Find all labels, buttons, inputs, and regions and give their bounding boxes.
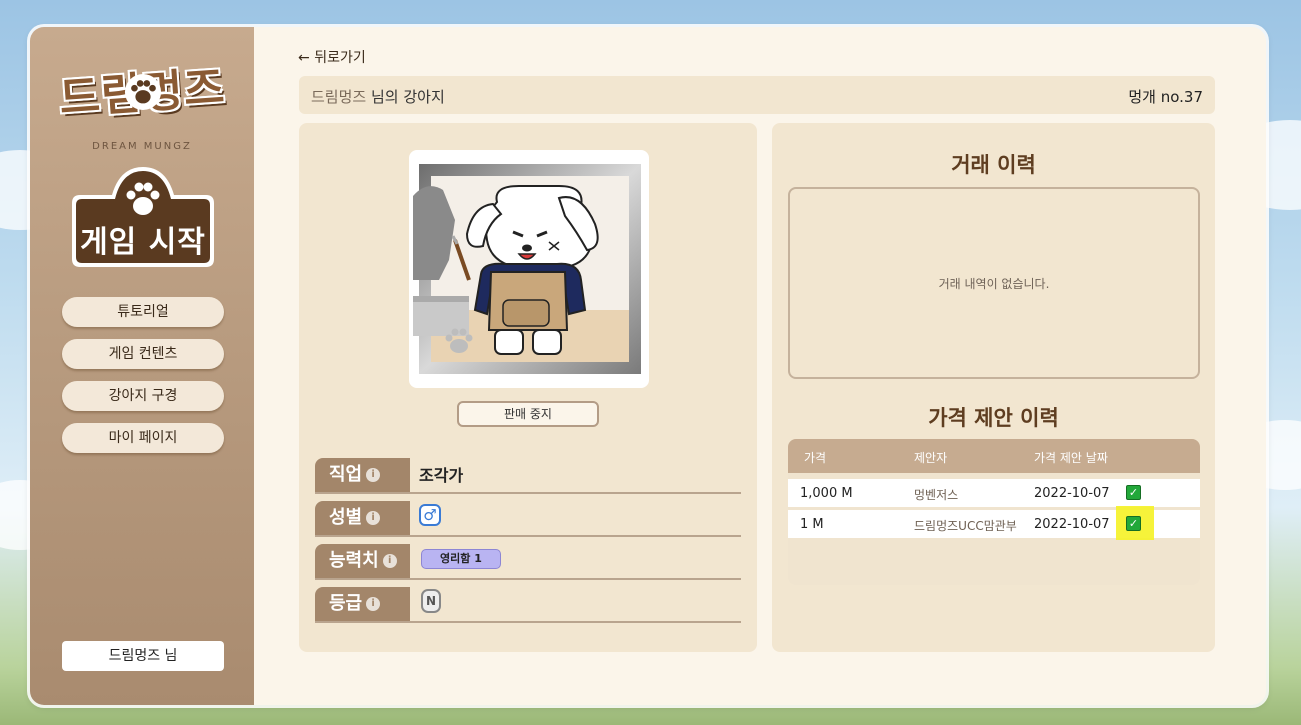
offer-price: 1,000 M [800,486,853,501]
offer-date: 2022-10-07 [1034,486,1110,501]
owner-title: 드림멍즈 님의 강아지 [311,86,445,107]
user-button[interactable]: 드림멍즈 님 [62,641,224,671]
attr-key-label: 능력치 [329,550,379,571]
logo-subtitle: DREAM MUNGZ [92,141,192,152]
trade-history-title: 거래 이력 [951,153,1036,177]
price-offer-title: 가격 제안 이력 [928,406,1059,430]
table-row: 1 M 드림멍즈UCC맘관부 2022-10-07 ✓ [788,506,1200,540]
table-row: 1,000 M 멍벤저스 2022-10-07 ✓ [788,479,1200,507]
logo[interactable]: 드림멍즈 DREAM MUNGZ [44,49,240,152]
paw-icon [126,182,160,215]
male-icon: ♂ [419,504,441,526]
dog-number: 멍개 no.37 [1128,88,1203,106]
owner-suffix: 님의 강아지 [366,88,445,106]
nav-tutorial[interactable]: 튜토리얼 [62,297,224,327]
attr-row-gender: 성별 i ♂ [315,501,741,537]
dog-header: 드림멍즈 님의 강아지 멍개 no.37 [299,76,1215,114]
offer-date: 2022-10-07 [1034,517,1110,532]
back-label: 뒤로가기 [314,50,366,66]
column-header-price: 가격 [804,451,827,465]
dog-image-card [409,150,649,388]
ability-badge: 영리함 1 [421,549,501,569]
info-icon[interactable]: i [366,511,381,525]
attr-key-label: 성별 [329,507,363,528]
game-start-label: 게임 시작 [80,225,206,260]
attr-key-label: 등급 [329,593,363,614]
game-start-button[interactable]: 게임 시작 [62,163,224,269]
info-icon[interactable]: i [366,468,381,482]
offer-price: 1 M [800,517,824,532]
attr-key-ability: 능력치 i [315,544,410,578]
grade-badge: N [421,589,441,613]
attr-key-grade: 등급 i [315,587,410,621]
back-link[interactable]: ← 뒤로가기 [298,47,366,67]
table-header: 가격 제안자 가격 제안 날짜 [788,439,1200,473]
offer-proposer[interactable]: 드림멍즈UCC맘관부 [914,517,1017,534]
nav-my-page[interactable]: 마이 페이지 [62,423,224,453]
paw-icon [124,73,162,111]
trade-panel: 거래 이력 거래 내역이 없습니다. 가격 제안 이력 가격 제안자 가격 제안… [772,123,1215,652]
dog-illustration [413,164,641,374]
nav-game-contents[interactable]: 게임 컨텐츠 [62,339,224,369]
attr-row-ability: 능력치 i 영리함 1 [315,544,741,580]
attr-key-label: 직업 [329,464,363,485]
attr-key-job: 직업 i [315,458,410,492]
column-header-proposer: 제안자 [914,451,948,465]
dog-detail-panel: 판매 중지 직업 i 조각가 성별 i ♂ 능력치 i 영리함 1 등급 i N [299,123,757,652]
owner-name[interactable]: 드림멍즈 [311,88,366,106]
stop-sale-button[interactable]: 판매 중지 [457,401,599,427]
price-offer-table: 가격 제안자 가격 제안 날짜 1,000 M 멍벤저스 2022-10-07 … [788,439,1200,585]
attr-row-grade: 등급 i N [315,587,741,623]
checkbox-icon[interactable]: ✓ [1126,516,1141,531]
sidebar: 드림멍즈 DREAM MUNGZ 게 [30,27,254,705]
app-window: 드림멍즈 DREAM MUNGZ 게 [30,27,1266,705]
info-icon[interactable]: i [382,554,397,568]
offer-proposer[interactable]: 멍벤저스 [914,486,958,503]
nav-dog-browse[interactable]: 강아지 구경 [62,381,224,411]
attr-row-job: 직업 i 조각가 [315,458,741,494]
trade-history-box: 거래 내역이 없습니다. [788,187,1200,379]
trade-history-empty: 거래 내역이 없습니다. [938,277,1050,291]
checkbox-icon[interactable]: ✓ [1126,485,1141,500]
column-header-date: 가격 제안 날짜 [1034,451,1108,465]
arrow-left-icon: ← [298,50,310,66]
job-value: 조각가 [419,466,464,485]
info-icon[interactable]: i [366,597,381,611]
attr-key-gender: 성별 i [315,501,410,535]
